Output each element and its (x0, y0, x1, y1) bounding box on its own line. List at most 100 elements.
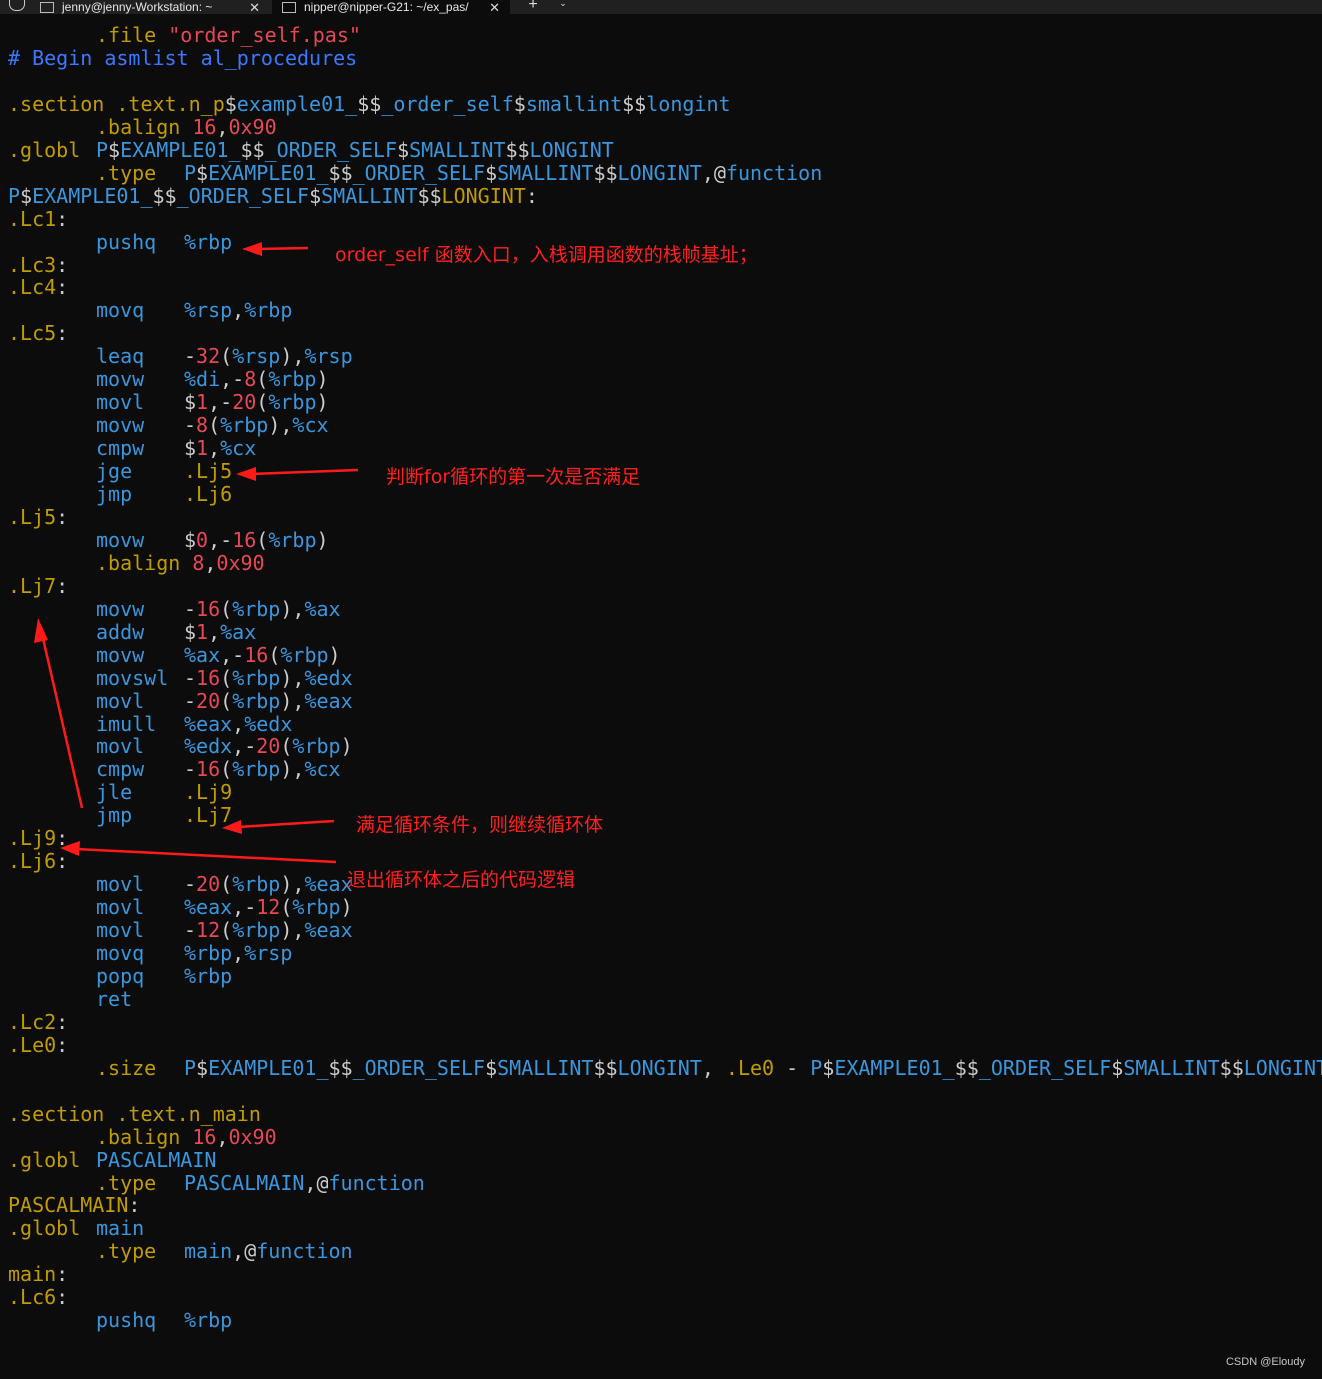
code-token: $ (397, 137, 410, 162)
code-token: %cx (304, 757, 341, 782)
code-token: P (810, 1055, 823, 1080)
code-token: ,- (208, 527, 233, 552)
code-token: , (216, 1124, 229, 1149)
code-token: # Begin asmlist al_procedures (8, 45, 358, 70)
label-column: # Begin asmlist al_procedures (8, 45, 358, 70)
mnemonic-column: ret (96, 987, 132, 1011)
code-token: P (184, 1055, 197, 1080)
code-token: smallint (525, 91, 623, 116)
code-token: LONGINT (1243, 1055, 1322, 1080)
code-token: , (232, 711, 245, 736)
code-token: $ (485, 1055, 498, 1080)
code-token: : (56, 275, 69, 300)
mnemonic-column: .file "order_self.pas" (96, 24, 361, 47)
mnemonic-column: jmp (96, 483, 132, 506)
code-token: ( (256, 367, 269, 392)
operand-column: -16(%rbp),%cx (184, 758, 341, 781)
operand-column: .Lj7 (184, 804, 232, 827)
operand-column: %rbp (184, 964, 232, 988)
code-token: 16 (192, 114, 217, 139)
code-token: ,- (232, 734, 257, 759)
code-token: "order_self.pas" (168, 23, 361, 47)
mnemonic-column: jmp (96, 804, 132, 827)
code-token: ( (280, 734, 293, 759)
code-token: 8 (192, 550, 205, 575)
code-token: : (525, 183, 538, 208)
code-token: %rbp (268, 527, 317, 552)
code-token: 16 (192, 1124, 217, 1149)
code-token: ( (280, 895, 293, 920)
close-icon[interactable]: ✕ (249, 1, 260, 14)
code-token: ) (316, 390, 329, 415)
code-token: movq (96, 941, 145, 965)
code-token: %rbp (232, 757, 281, 782)
code-token: %ax (184, 642, 221, 667)
code-token: 20 (256, 734, 281, 759)
code-token: ) (340, 734, 353, 759)
code-token: %rbp (232, 688, 281, 713)
code-token: LONGINT (529, 137, 614, 162)
code-token: %rbp (244, 298, 293, 323)
code-token: .section .text.n_p (8, 91, 225, 116)
code-token: popq (96, 963, 145, 988)
code-token: ), (280, 872, 305, 897)
operand-column: %eax,%edx (184, 711, 292, 736)
annotation-continue-loop: 满足循环条件，则继续循环体 (356, 814, 604, 836)
code-token: pushq (96, 229, 157, 254)
code-token: _ORDER_SELF (176, 183, 310, 208)
label-column: PASCALMAIN: (8, 1194, 140, 1217)
code-token: $ (196, 1055, 209, 1080)
code-token: $ (1111, 1055, 1124, 1080)
mnemonic-column: P$EXAMPLE01_$$_ORDER_SELF$SMALLINT$$LONG… (96, 137, 614, 162)
code-token: : (56, 1032, 69, 1057)
code-token: function (256, 1239, 353, 1264)
code-token: , (216, 114, 229, 139)
code-token: $ (184, 619, 197, 644)
mnemonic-column: .type (96, 161, 156, 185)
code-token: function (328, 1170, 425, 1195)
code-token: LONGINT (617, 160, 702, 185)
label-column: .Lc5: (8, 322, 68, 345)
code-token: SMALLINT (1123, 1055, 1220, 1080)
code-token: movl (96, 390, 145, 415)
operand-column: %rbp,%rsp (184, 942, 292, 965)
tab-nipper[interactable]: nipper@nipper-G21: ~/ex_pas/ ✕ (272, 0, 510, 14)
code-token: $ (309, 183, 322, 208)
label-column: .Lj9: (8, 827, 68, 850)
code-token: ( (220, 872, 233, 897)
operand-column: .Lj5 (184, 460, 232, 483)
label-column: .section .text.n_main (8, 1102, 261, 1126)
code-token: 0 (196, 527, 209, 552)
code-token: EXAMPLE01_ (32, 183, 153, 208)
code-token: SMALLINT (321, 183, 418, 208)
shield-icon[interactable] (9, 0, 25, 11)
code-token: .Lc6 (8, 1285, 57, 1310)
code-token: %rsp (184, 298, 233, 323)
code-token: movswl (96, 665, 169, 690)
code-token: 0x90 (216, 550, 265, 575)
code-token: %rbp (220, 413, 269, 438)
label-column: .Lc4: (8, 276, 68, 299)
code-token: $$ (505, 137, 530, 162)
code-token: %cx (220, 436, 257, 461)
chevron-down-icon[interactable]: ⌄ (556, 0, 570, 14)
code-token: .type (96, 1170, 157, 1195)
code-token: 32 (196, 344, 221, 369)
new-tab-button[interactable]: + (512, 0, 554, 14)
code-token: PASCALMAIN (96, 1147, 217, 1172)
annotation-exit-loop: 退出循环体之后的代码逻辑 (347, 869, 576, 891)
code-token: .Le0 (725, 1055, 775, 1080)
code-token: 20 (232, 390, 257, 415)
tab-title: nipper@nipper-G21: ~/ex_pas/ (304, 0, 469, 14)
tab-jenny[interactable]: jenny@jenny-Workstation: ~ ✕ (30, 0, 270, 14)
label-column: .Lc1: (8, 207, 68, 231)
annotation-first-check: 判断for循环的第一次是否满足 (386, 466, 641, 488)
close-icon[interactable]: ✕ (489, 1, 500, 14)
code-token: ), (280, 918, 305, 943)
watermark: CSDN @Eloudy (1225, 1356, 1305, 1368)
code-token: , (204, 550, 217, 575)
operand-column: main,@function (184, 1240, 353, 1263)
label-column: P$EXAMPLE01_$$_ORDER_SELF$SMALLINT$$LONG… (8, 183, 538, 208)
arrow-first-check (251, 468, 359, 476)
arrowhead-entry (242, 242, 262, 256)
